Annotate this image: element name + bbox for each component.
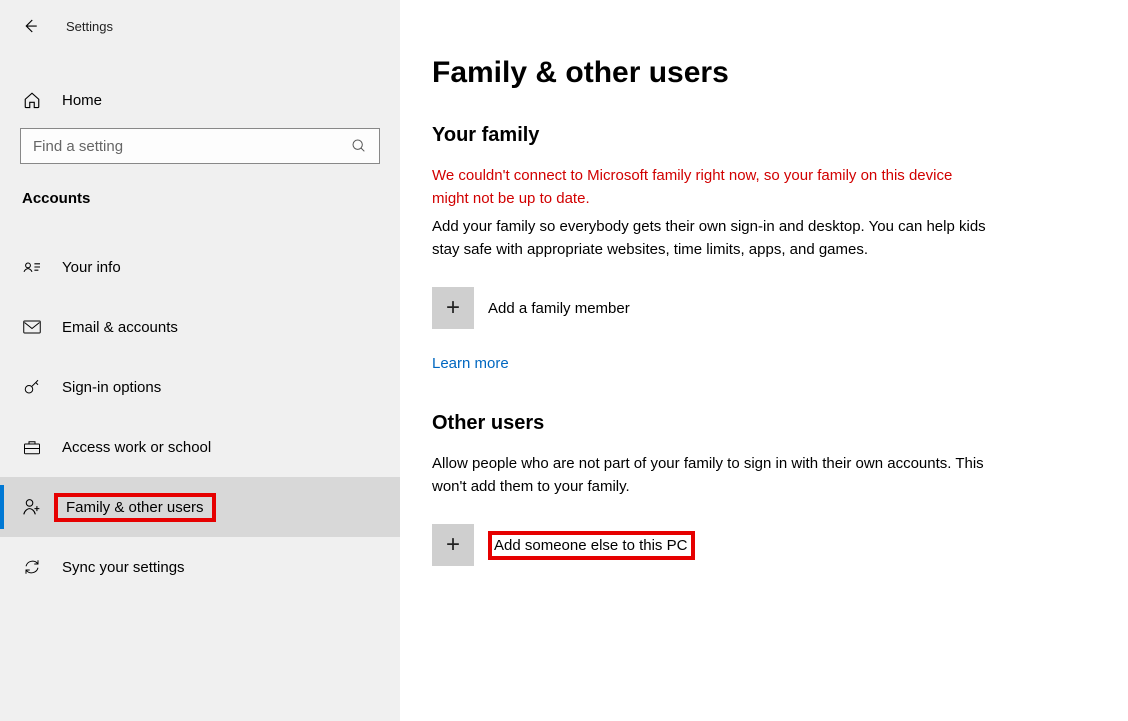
briefcase-icon [22, 437, 42, 457]
sidebar: Settings Home Accounts Your info Email &… [0, 0, 400, 721]
header-row: Settings [0, 8, 400, 48]
family-error-text: We couldn't connect to Microsoft family … [432, 165, 992, 210]
add-someone-else-button[interactable]: + Add someone else to this PC [432, 524, 1088, 566]
email-icon [22, 317, 42, 337]
person-plus-icon [22, 497, 42, 517]
person-card-icon [22, 257, 42, 277]
sync-icon [22, 557, 42, 577]
sidebar-item-sync-settings[interactable]: Sync your settings [0, 537, 400, 597]
page-title: Family & other users [432, 56, 1088, 90]
search-input[interactable] [31, 137, 349, 156]
nav-label: Sync your settings [62, 559, 185, 576]
family-description: Add your family so everybody gets their … [432, 216, 992, 261]
highlight-annotation: Add someone else to this PC [488, 531, 695, 560]
key-icon [22, 377, 42, 397]
home-icon [22, 90, 42, 110]
plus-icon: + [432, 524, 474, 566]
nav-label: Your info [62, 259, 121, 276]
learn-more-link[interactable]: Learn more [432, 355, 509, 372]
sidebar-item-your-info[interactable]: Your info [0, 237, 400, 297]
nav-label: Access work or school [62, 439, 211, 456]
sidebar-item-email-accounts[interactable]: Email & accounts [0, 297, 400, 357]
section-other-users-heading: Other users [432, 412, 1088, 435]
add-family-label: Add a family member [488, 300, 630, 317]
section-your-family-heading: Your family [432, 124, 1088, 147]
highlight-annotation: Family & other users [54, 493, 216, 522]
add-family-member-button[interactable]: + Add a family member [432, 287, 1088, 329]
sidebar-item-access-work-school[interactable]: Access work or school [0, 417, 400, 477]
sidebar-item-signin-options[interactable]: Sign-in options [0, 357, 400, 417]
home-label: Home [62, 92, 102, 109]
search-box[interactable] [20, 128, 380, 164]
nav-label: Family & other users [66, 499, 204, 516]
sidebar-item-family-other-users[interactable]: Family & other users [0, 477, 400, 537]
app-title: Settings [66, 19, 113, 34]
plus-icon: + [432, 287, 474, 329]
add-someone-label: Add someone else to this PC [494, 537, 687, 554]
nav-label: Sign-in options [62, 379, 161, 396]
search-icon [349, 136, 369, 156]
nav-label: Email & accounts [62, 319, 178, 336]
home-button[interactable]: Home [0, 78, 400, 122]
other-users-description: Allow people who are not part of your fa… [432, 453, 992, 498]
back-button[interactable] [18, 14, 42, 38]
category-heading: Accounts [0, 182, 400, 225]
main-content: Family & other users Your family We coul… [400, 0, 1128, 721]
arrow-left-icon [20, 16, 40, 36]
